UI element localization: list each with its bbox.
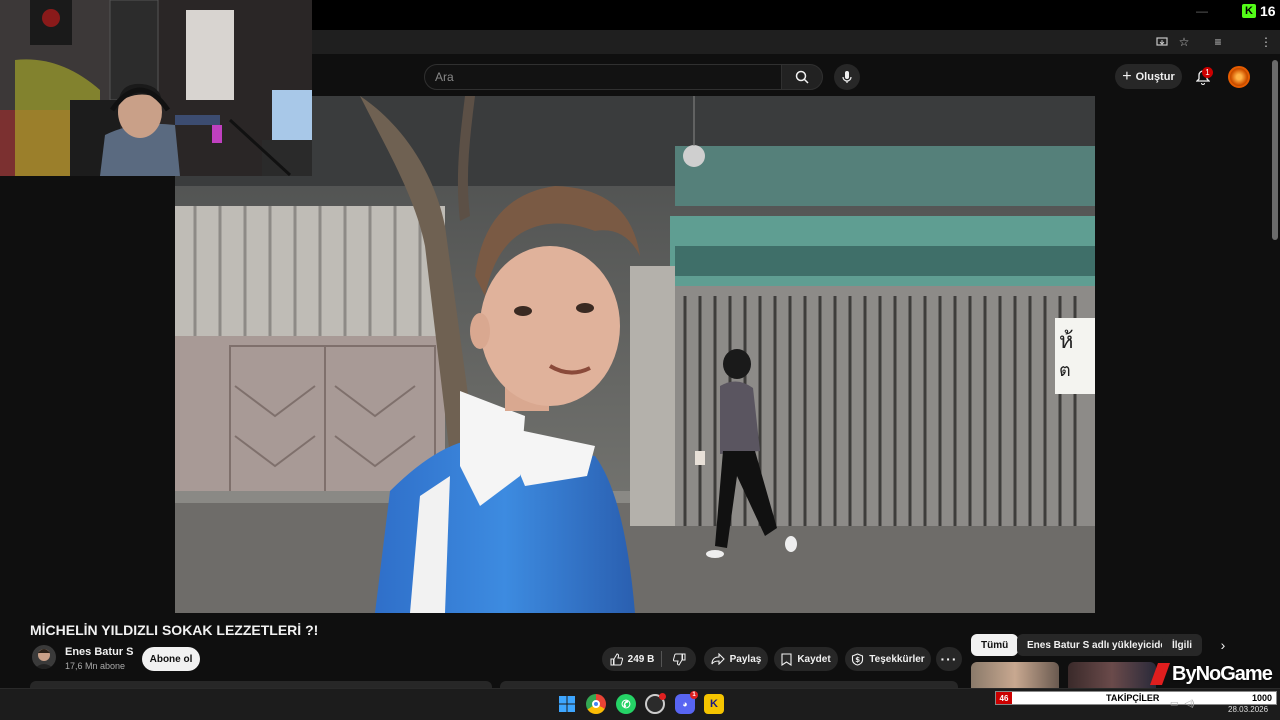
follower-label: TAKİPÇİLER (1106, 693, 1160, 703)
recommended-thumbnail[interactable] (1068, 662, 1156, 688)
kick-logo-icon: K (1242, 4, 1256, 18)
media-control-icon[interactable]: ≡ (1210, 34, 1226, 50)
browser-address-bar[interactable] (312, 30, 1280, 54)
like-icon (610, 652, 623, 665)
install-app-icon[interactable] (1154, 34, 1170, 50)
follower-goal-bar: 46 TAKİPÇİLER 1000 (995, 691, 1277, 705)
window-minimize-icon[interactable]: — (1196, 4, 1210, 18)
save-label: Kaydet (797, 653, 831, 665)
system-tray[interactable]: ▭ ◁) (1170, 698, 1220, 710)
chrome-icon[interactable] (586, 694, 606, 714)
chevron-right-icon[interactable]: › (1214, 636, 1232, 654)
like-button[interactable]: 249 B (602, 647, 662, 671)
webcam-feed (0, 0, 312, 176)
page-scrollbar[interactable] (1272, 60, 1278, 240)
search-icon (795, 70, 809, 84)
kick-viewer-count: 16 (1260, 3, 1276, 19)
account-avatar[interactable] (1228, 66, 1250, 88)
mic-icon (842, 71, 852, 83)
network-icon[interactable]: ▭ (1170, 698, 1179, 710)
obs-icon[interactable] (645, 693, 666, 714)
more-actions-button[interactable]: ··· (936, 647, 962, 671)
subscriber-count: 17,6 Mn abone (65, 661, 126, 671)
thanks-label: Teşekkürler (869, 653, 925, 665)
street-sign-text: ห้ (1059, 329, 1074, 354)
voice-search-button[interactable] (834, 64, 860, 90)
like-count: 249 B (627, 653, 655, 665)
search-box[interactable] (424, 64, 782, 90)
search-input[interactable] (435, 70, 781, 84)
recommended-thumbnail[interactable] (971, 662, 1059, 688)
svg-text:ต: ต (1059, 360, 1071, 381)
bynogame-brand: ByNoGame (1172, 662, 1273, 685)
bookmark-icon (781, 652, 792, 666)
bynogame-overlay: ByNoGame (1150, 660, 1280, 688)
plus-icon: + (1122, 67, 1132, 85)
browser-menu-icon[interactable]: ⋮ (1258, 34, 1274, 50)
discord-icon[interactable]: ◕ 1 (675, 691, 698, 714)
svg-text:$: $ (856, 656, 861, 664)
chip-all[interactable]: Tümü (971, 634, 1019, 656)
video-player[interactable]: ห้ ต (175, 96, 1095, 613)
notification-count-badge: 1 (1202, 67, 1213, 78)
dislike-button[interactable] (662, 647, 696, 671)
video-frame: ห้ ต (175, 96, 1095, 613)
volume-icon[interactable]: ◁) (1185, 698, 1195, 710)
whatsapp-icon[interactable]: ✆ (616, 694, 636, 714)
bynogame-logo-icon (1150, 663, 1170, 685)
save-button[interactable]: Kaydet (774, 647, 838, 671)
create-button[interactable]: + Oluştur (1115, 64, 1182, 89)
share-button[interactable]: Paylaş (704, 647, 768, 671)
kick-viewer-badge: K 16 (1242, 2, 1280, 20)
thanks-button[interactable]: $ Teşekkürler (845, 647, 931, 671)
create-label: Oluştur (1135, 70, 1175, 83)
video-title: MİCHELİN YILDIZLI SOKAK LEZZETLERİ ?! (30, 622, 319, 638)
more-icon: ··· (940, 651, 958, 667)
thanks-icon: $ (852, 652, 864, 666)
follower-current: 46 (996, 692, 1012, 704)
follower-goal: 1000 (1251, 693, 1272, 703)
windows-start-icon[interactable] (557, 694, 577, 714)
channel-name[interactable]: Enes Batur S (65, 646, 133, 658)
bookmark-star-icon[interactable]: ☆ (1176, 34, 1192, 50)
chip-from-uploader[interactable]: Enes Batur S adlı yükleyiciden (1017, 634, 1183, 656)
share-icon (711, 653, 725, 665)
chip-related[interactable]: İlgili (1162, 634, 1202, 656)
system-date: 28.03.2026 (1228, 705, 1269, 714)
search-button[interactable] (781, 64, 823, 90)
webcam-overlay (0, 0, 312, 176)
app-k-icon[interactable]: K (704, 694, 724, 714)
share-label: Paylaş (729, 653, 762, 665)
subscribe-button[interactable]: Abone ol (142, 647, 200, 671)
channel-avatar[interactable] (32, 645, 56, 669)
dislike-icon (672, 653, 685, 666)
